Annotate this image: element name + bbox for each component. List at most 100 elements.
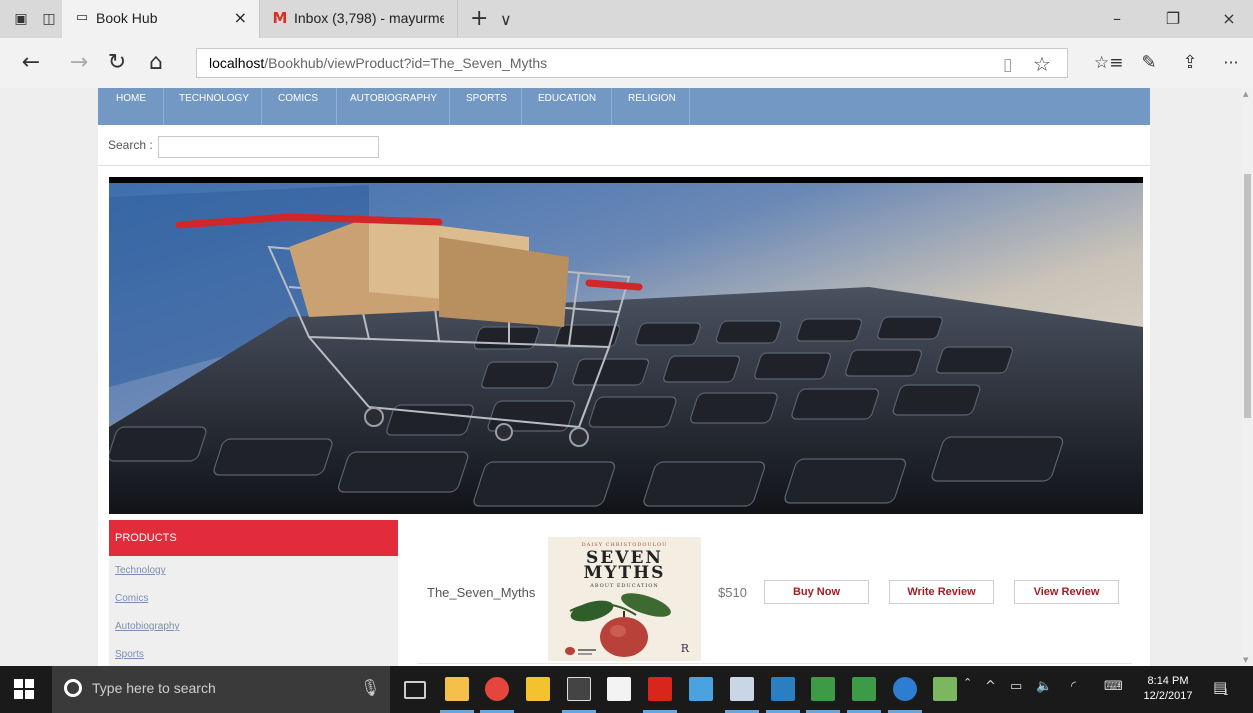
file-explorer-icon[interactable]	[445, 677, 469, 701]
overflow-chevron-icon[interactable]: ⌃	[963, 676, 972, 689]
chrome-icon[interactable]	[485, 677, 509, 701]
share-icon[interactable]: ⇪	[1177, 51, 1203, 75]
scroll-thumb[interactable]	[1244, 174, 1251, 418]
acrobat-reader-icon[interactable]	[648, 677, 672, 701]
microphone-icon[interactable]: 🎙	[360, 678, 380, 697]
start-tile	[25, 679, 34, 688]
address-bar[interactable]: localhost/Bookhub/viewProduct?id=The_Sev…	[196, 48, 1068, 78]
banner-illustration	[109, 177, 1143, 514]
category-comics-link[interactable]: Comics	[115, 593, 148, 604]
search-input[interactable]	[158, 136, 379, 158]
category-sports-link[interactable]: Sports	[115, 649, 144, 660]
nav-divider	[163, 88, 164, 125]
show-aside-tabs-icon[interactable]: ◫	[40, 10, 58, 28]
hero-banner-image	[109, 177, 1143, 514]
nav-divider	[449, 88, 450, 125]
url-path: /Bookhub/viewProduct?id=The_Seven_Myths	[264, 55, 548, 71]
windows-taskbar: Type here to search 🎙 ⌃ ^ ▭ 🔈 ◜ ⌨ 8:14 P…	[0, 666, 1253, 713]
cover-publisher-mark: R	[680, 642, 689, 655]
category-autobiography-link[interactable]: Autobiography	[115, 621, 180, 632]
show-hidden-icons-icon[interactable]: ^	[985, 679, 996, 694]
url-text: localhost/Bookhub/viewProduct?id=The_Sev…	[209, 55, 547, 71]
page-container: HOME TECHNOLOGY COMICS AUTOBIOGRAPHY SPO…	[98, 88, 1150, 666]
start-tile	[14, 679, 23, 688]
volume-icon[interactable]: 🔈	[1036, 679, 1052, 694]
battery-icon[interactable]: ▭	[1010, 679, 1022, 694]
edge-icon[interactable]	[893, 677, 917, 701]
write-review-button[interactable]: Write Review	[889, 580, 994, 604]
keyboard-icon[interactable]: ⌨	[1104, 679, 1123, 694]
products-heading: PRODUCTS	[109, 520, 398, 556]
product-name: The_Seven_Myths	[427, 585, 536, 600]
products-sidebar: PRODUCTS Technology Comics Autobiography…	[109, 520, 398, 666]
tab-book-hub[interactable]: ▭ Book Hub ×	[62, 0, 260, 38]
product-row: The_Seven_Myths DAISY CHRISTODOULOU SEVE…	[418, 520, 1132, 666]
netbeans-icon[interactable]	[771, 677, 795, 701]
clock-time: 8:14 PM	[1147, 675, 1189, 687]
tab-title: Inbox (3,798) - mayurmehta	[294, 10, 444, 26]
notepad-icon[interactable]	[607, 677, 631, 701]
tab-bar: ▣ ◫ ▭ Book Hub × M Inbox (3,798) - mayur…	[0, 0, 1253, 38]
java-icon[interactable]	[730, 677, 754, 701]
close-tab-icon[interactable]: ×	[234, 8, 247, 27]
cortana-icon	[64, 679, 82, 697]
windows-start-icon[interactable]	[14, 679, 34, 699]
reading-view-icon[interactable]: ▯	[1003, 55, 1012, 75]
apple-illustration	[565, 593, 671, 657]
nav-education[interactable]: EDUCATION	[538, 88, 596, 125]
search-label: Search :	[108, 138, 153, 152]
new-tab-button[interactable]: +	[470, 6, 488, 31]
tab-title: Book Hub	[96, 10, 158, 26]
nav-technology[interactable]: TECHNOLOGY	[179, 88, 249, 125]
page-viewport: HOME TECHNOLOGY COMICS AUTOBIOGRAPHY SPO…	[0, 88, 1241, 666]
more-menu-icon[interactable]: ···	[1218, 51, 1244, 75]
minimize-button[interactable]: –	[1102, 9, 1132, 28]
wifi-icon[interactable]: ◜	[1071, 679, 1076, 694]
clock-date: 12/2/2017	[1143, 690, 1193, 702]
paint-icon[interactable]	[933, 677, 957, 701]
set-aside-tabs-icon[interactable]: ▣	[12, 10, 30, 28]
store-icon[interactable]	[689, 677, 713, 701]
nav-autobiography[interactable]: AUTOBIOGRAPHY	[350, 88, 437, 125]
close-window-button[interactable]: ×	[1214, 9, 1244, 28]
restore-button[interactable]: ❐	[1158, 9, 1188, 28]
nav-home[interactable]: HOME	[116, 88, 146, 125]
site-nav: HOME TECHNOLOGY COMICS AUTOBIOGRAPHY SPO…	[98, 88, 1150, 125]
nav-divider	[336, 88, 337, 125]
view-review-button[interactable]: View Review	[1014, 580, 1119, 604]
taskbar-search-placeholder: Type here to search	[92, 680, 216, 696]
book-cover-image[interactable]: DAISY CHRISTODOULOU SEVEN MYTHS ABOUT ED…	[548, 537, 701, 661]
nav-comics[interactable]: COMICS	[278, 88, 318, 125]
favorite-star-icon[interactable]: ☆	[1033, 52, 1051, 76]
nav-sports[interactable]: SPORTS	[466, 88, 507, 125]
web-notes-icon[interactable]: ✎	[1136, 51, 1162, 75]
hub-favorites-icon[interactable]: ☆≡	[1094, 51, 1123, 75]
product-price: $510	[718, 585, 747, 600]
mongodb-icon[interactable]	[811, 677, 835, 701]
page-scrollbar[interactable]: ▲ ▼	[1241, 88, 1253, 666]
mongodb-compass-icon[interactable]	[852, 677, 876, 701]
divider	[98, 165, 1150, 166]
scroll-up-arrow-icon[interactable]: ▲	[1243, 90, 1248, 98]
nav-religion[interactable]: RELIGION	[628, 88, 676, 125]
gmail-icon: M	[272, 9, 288, 27]
category-technology-link[interactable]: Technology	[115, 565, 166, 576]
buy-now-button[interactable]: Buy Now	[764, 580, 869, 604]
taskbar-search-box[interactable]: Type here to search 🎙	[52, 666, 390, 713]
tab-inbox[interactable]: M Inbox (3,798) - mayurmehta	[260, 0, 458, 38]
start-tile	[25, 690, 34, 699]
sticky-notes-icon[interactable]	[526, 677, 550, 701]
table-row-border	[418, 663, 1132, 664]
page-icon: ▭	[75, 10, 89, 25]
command-prompt-icon[interactable]	[567, 677, 591, 701]
tab-list-chevron-icon[interactable]: ∨	[500, 10, 512, 29]
forward-button[interactable]: →	[66, 51, 92, 75]
system-clock[interactable]: 8:14 PM 12/2/2017	[1142, 674, 1194, 704]
cover-title: SEVEN MYTHS	[548, 550, 701, 582]
url-host: localhost	[209, 55, 265, 71]
task-view-icon[interactable]	[404, 681, 426, 699]
scroll-down-arrow-icon[interactable]: ▼	[1243, 656, 1248, 664]
home-button[interactable]: ⌂	[143, 51, 169, 75]
back-button[interactable]: ←	[18, 51, 44, 75]
refresh-button[interactable]: ↻	[104, 51, 130, 75]
